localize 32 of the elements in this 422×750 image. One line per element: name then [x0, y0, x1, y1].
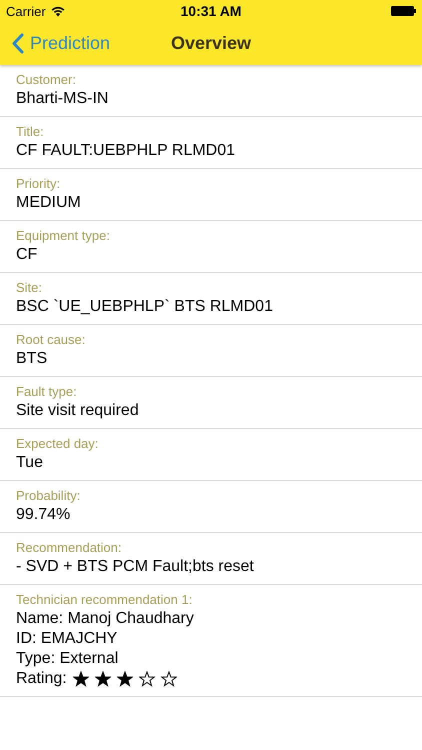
field-label: Equipment type:	[16, 228, 111, 244]
field-value: MEDIUM	[16, 193, 82, 212]
field-label: Title:	[16, 124, 45, 140]
field-label: Root cause:	[16, 332, 86, 348]
screen-title: Overview	[170, 33, 252, 53]
back-button[interactable]: Prediction	[0, 32, 116, 55]
battery-icon	[390, 6, 416, 16]
field-value: CF	[16, 245, 38, 264]
field-label: Expected day:	[16, 436, 100, 452]
field-value: Name: Manoj Chaudhary	[16, 609, 195, 628]
field-label: Fault type:	[16, 384, 78, 400]
field-label: Priority:	[16, 176, 62, 192]
field-label: Probability:	[16, 488, 82, 504]
field-value: Site visit required	[16, 401, 140, 420]
field-value: CF FAULT:UEBPHLP RLMD01	[16, 141, 236, 160]
field-value: Bharti-MS-IN	[16, 89, 110, 108]
field-value: BTS	[16, 349, 48, 368]
field-value: BSC `UE_UEBPHLP` BTS RLMD01	[16, 297, 274, 316]
field-label: Customer:	[16, 72, 77, 88]
carrier-label: Carrier	[6, 4, 46, 18]
field-value: - SVD + BTS PCM Fault;bts reset	[16, 557, 255, 576]
field-value: Type: External	[16, 649, 120, 668]
field-label: Recommendation:	[16, 540, 122, 556]
rating-label: Rating:	[16, 669, 67, 688]
back-chevron-icon	[12, 33, 24, 54]
field-label: Site:	[16, 280, 44, 296]
status-time: 10:31 AM	[180, 3, 242, 19]
wifi-icon	[50, 6, 65, 16]
field-value: Tue	[16, 453, 44, 472]
field-value: 99.74%	[16, 505, 72, 524]
field-value: ID: EMAJCHY	[16, 629, 118, 648]
field-label: Technician recommendation 1:	[16, 592, 194, 608]
